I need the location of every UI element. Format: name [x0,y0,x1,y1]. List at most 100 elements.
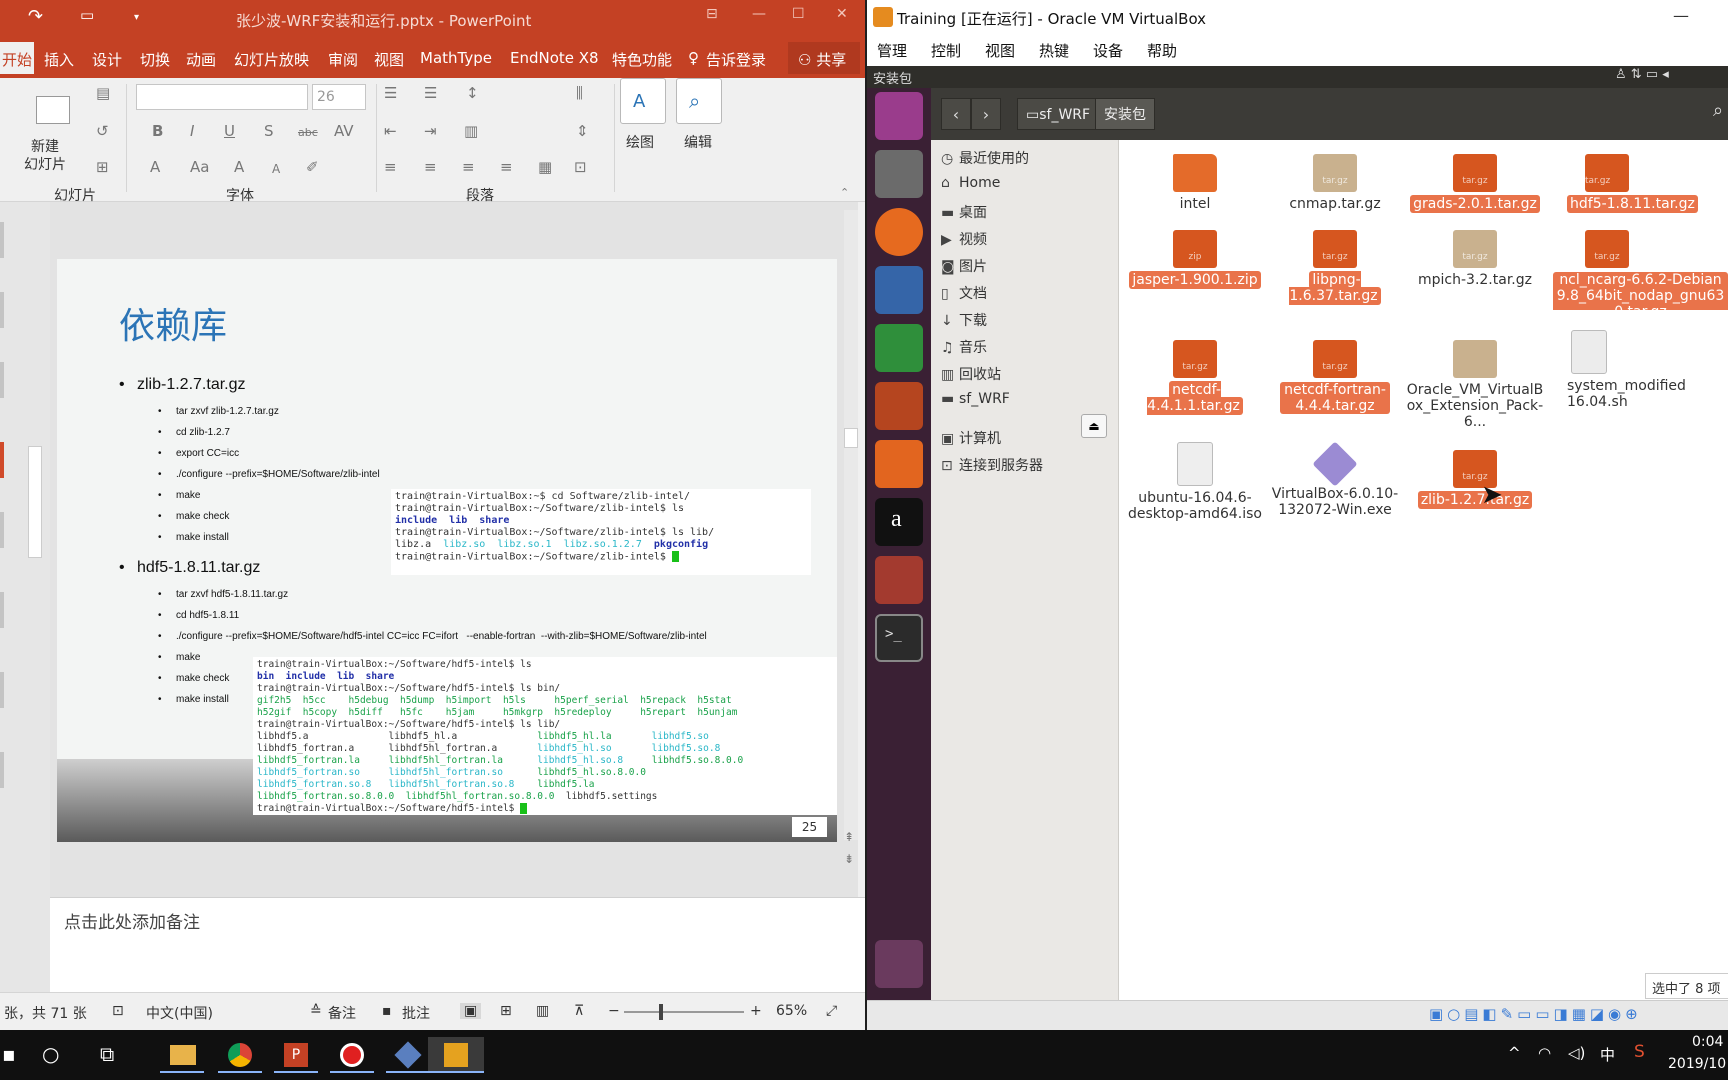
wifi-icon[interactable]: ◠ [1538,1044,1551,1062]
language[interactable]: 中文(中国) [146,1003,213,1023]
file-item-selected[interactable]: tar.gz grads-2.0.1.tar.gz [1405,154,1545,213]
tab-transitions[interactable]: 切换 [140,49,170,70]
slide-title[interactable]: 依赖库 [119,297,227,349]
decrease-indent-icon[interactable]: ⇤ [384,122,397,140]
sidebar-item-desktop[interactable]: ▬ 桌面 [941,202,987,222]
menu-devices[interactable]: 设备 [1093,40,1123,61]
ribbon-display-icon[interactable]: ⊟ [706,6,718,22]
amazon-icon[interactable]: a [875,498,923,546]
zoom-slider[interactable] [624,1004,744,1020]
thumbnail[interactable] [0,292,4,328]
tab-animations[interactable]: 动画 [186,49,216,70]
cortana-icon[interactable]: ○ [42,1042,59,1066]
line-spacing-icon[interactable]: ↕ [466,84,479,102]
eject-icon[interactable]: ⏏ [1081,414,1107,438]
sidebar-item-documents[interactable]: ▯ 文档 [941,283,987,303]
start-icon[interactable]: ▪ [2,1042,16,1066]
minimize-icon[interactable]: — [752,6,766,22]
smartart-icon[interactable]: ⊡ [574,158,587,176]
present-icon[interactable]: ▭ [80,6,94,24]
thumbnail[interactable] [0,752,4,788]
tab-slideshow[interactable]: 幻灯片放映 [234,49,309,70]
thumbnail-scrollbar[interactable] [26,206,46,991]
sidebar-item-home[interactable]: ⌂ Home [941,175,1000,191]
reading-view-icon[interactable]: ▥ [536,1003,549,1019]
login-link[interactable]: 登录 [736,49,766,70]
file-item-selected[interactable]: tar.gz hdf5-1.8.11.tar.gz [1545,154,1728,213]
firefox-icon[interactable] [875,208,923,256]
thumbnail-selected[interactable] [0,442,4,478]
thumbnail[interactable] [0,592,4,628]
thumbnail[interactable] [0,672,4,708]
file-item[interactable]: system_modified 16.04.sh [1545,330,1728,410]
tell-me[interactable]: 告诉 [706,49,736,70]
draw-label[interactable]: 绘图 [626,132,654,152]
impress-icon[interactable] [875,382,923,430]
sidebar-item-videos[interactable]: ▶ 视频 [941,229,987,249]
next-slide-icon[interactable]: ⇟ [844,852,854,866]
close-icon[interactable]: ✕ [836,6,848,22]
distribute-icon[interactable]: ▦ [538,158,552,176]
scroll-thumb[interactable] [844,428,858,448]
shrink-font-icon[interactable]: A [272,162,280,176]
slide-scrollbar[interactable] [844,210,858,840]
layout-icon[interactable]: ▤ [96,84,110,102]
file-item-selected[interactable]: zip jasper-1.900.1.zip [1125,230,1265,289]
file-item[interactable]: Oracle_VM_VirtualBox_Extension_Pack-6... [1405,340,1545,430]
forward-button[interactable]: › [971,98,1001,130]
section-icon[interactable]: ⊞ [96,158,109,176]
grow-font-icon[interactable]: A [234,158,244,176]
tab-review[interactable]: 审阅 [328,49,358,70]
sidebar-item-music[interactable]: ♫ 音乐 [941,337,987,357]
tab-home[interactable]: 开始 [0,42,35,74]
bullets-icon[interactable]: ☰ [384,84,397,102]
shadow-icon[interactable]: S [264,122,274,140]
new-slide-icon[interactable] [28,84,74,130]
minimize-icon[interactable]: — [1673,6,1689,25]
redo-icon[interactable]: ↷ [28,6,43,27]
qat-dropdown-icon[interactable]: ▾ [134,12,139,23]
bullet-hdf5[interactable]: hdf5-1.8.11.tar.gz [119,559,260,577]
file-item[interactable]: ubuntu-16.04.6-desktop-amd64.iso [1125,442,1265,522]
numbering-icon[interactable]: ☰ [424,84,437,102]
chevron-up-icon[interactable]: ^ [1508,1044,1521,1062]
sidebar-item-downloads[interactable]: ↓ 下载 [941,310,987,330]
strikethrough-icon[interactable]: abc [298,126,318,139]
shapes-icon[interactable]: A [620,78,666,124]
software-center-icon[interactable] [875,440,923,488]
back-button[interactable]: ‹ [941,98,971,130]
tab-mathtype[interactable]: MathType [420,49,492,67]
edit-label[interactable]: 编辑 [684,132,712,152]
normal-view-icon[interactable]: ▣ [460,1003,482,1019]
zoom-level[interactable]: 65% [776,1003,807,1019]
file-item-selected[interactable]: tar.gz libpng-1.6.37.tar.gz [1265,230,1405,305]
chrome-icon[interactable] [218,1037,262,1073]
fit-slide-icon[interactable]: ⤢ [826,1003,837,1019]
file-item-selected[interactable]: tar.gz ncl_ncarg-6.6.2-Debian9.8_64bit_no… [1545,230,1728,310]
app-tray-icon[interactable]: S [1634,1042,1645,1062]
tab-endnote[interactable]: EndNote X8 [510,49,599,67]
bullet-zlib[interactable]: zlib-1.2.7.tar.gz [119,376,245,394]
underline-icon[interactable]: U [224,122,235,140]
clock-time[interactable]: 0:04 [1692,1034,1723,1050]
prev-slide-icon[interactable]: ⇞ [844,830,854,844]
columns-icon[interactable]: ▥ [464,122,478,140]
comments-button[interactable]: 批注 [402,1003,430,1023]
thumbnail[interactable] [0,362,4,398]
device-indicator-icons[interactable]: ▣○▤◧✎▭▭◨▦◪◉⊕ [1429,1005,1642,1023]
menu-help[interactable]: 帮助 [1147,40,1177,61]
volume-icon[interactable]: ◁) [1568,1044,1585,1062]
font-color-icon[interactable]: A [150,158,160,176]
sidebar-item-computer[interactable]: ▣ 计算机 [941,428,1001,448]
trash-icon[interactable] [875,940,923,988]
thumbnail[interactable] [0,512,4,548]
file-item-selected[interactable]: tar.gz netcdf-4.4.1.1.tar.gz [1125,340,1265,415]
zoom-out-icon[interactable]: − [608,1003,620,1019]
menu-hotkeys[interactable]: 热键 [1039,40,1069,61]
terminal-icon[interactable]: >_ [875,614,923,662]
change-case-icon[interactable]: Aa [190,158,209,176]
search-icon[interactable]: ⌕ [1713,100,1723,121]
tray-indicators[interactable]: ♙ ⇅ ▭ ◂ [1615,67,1669,82]
sidebar-item-sf-wrf[interactable]: ▬ sf_WRF [941,391,1010,407]
clear-format-icon[interactable]: ✐ [306,158,319,176]
